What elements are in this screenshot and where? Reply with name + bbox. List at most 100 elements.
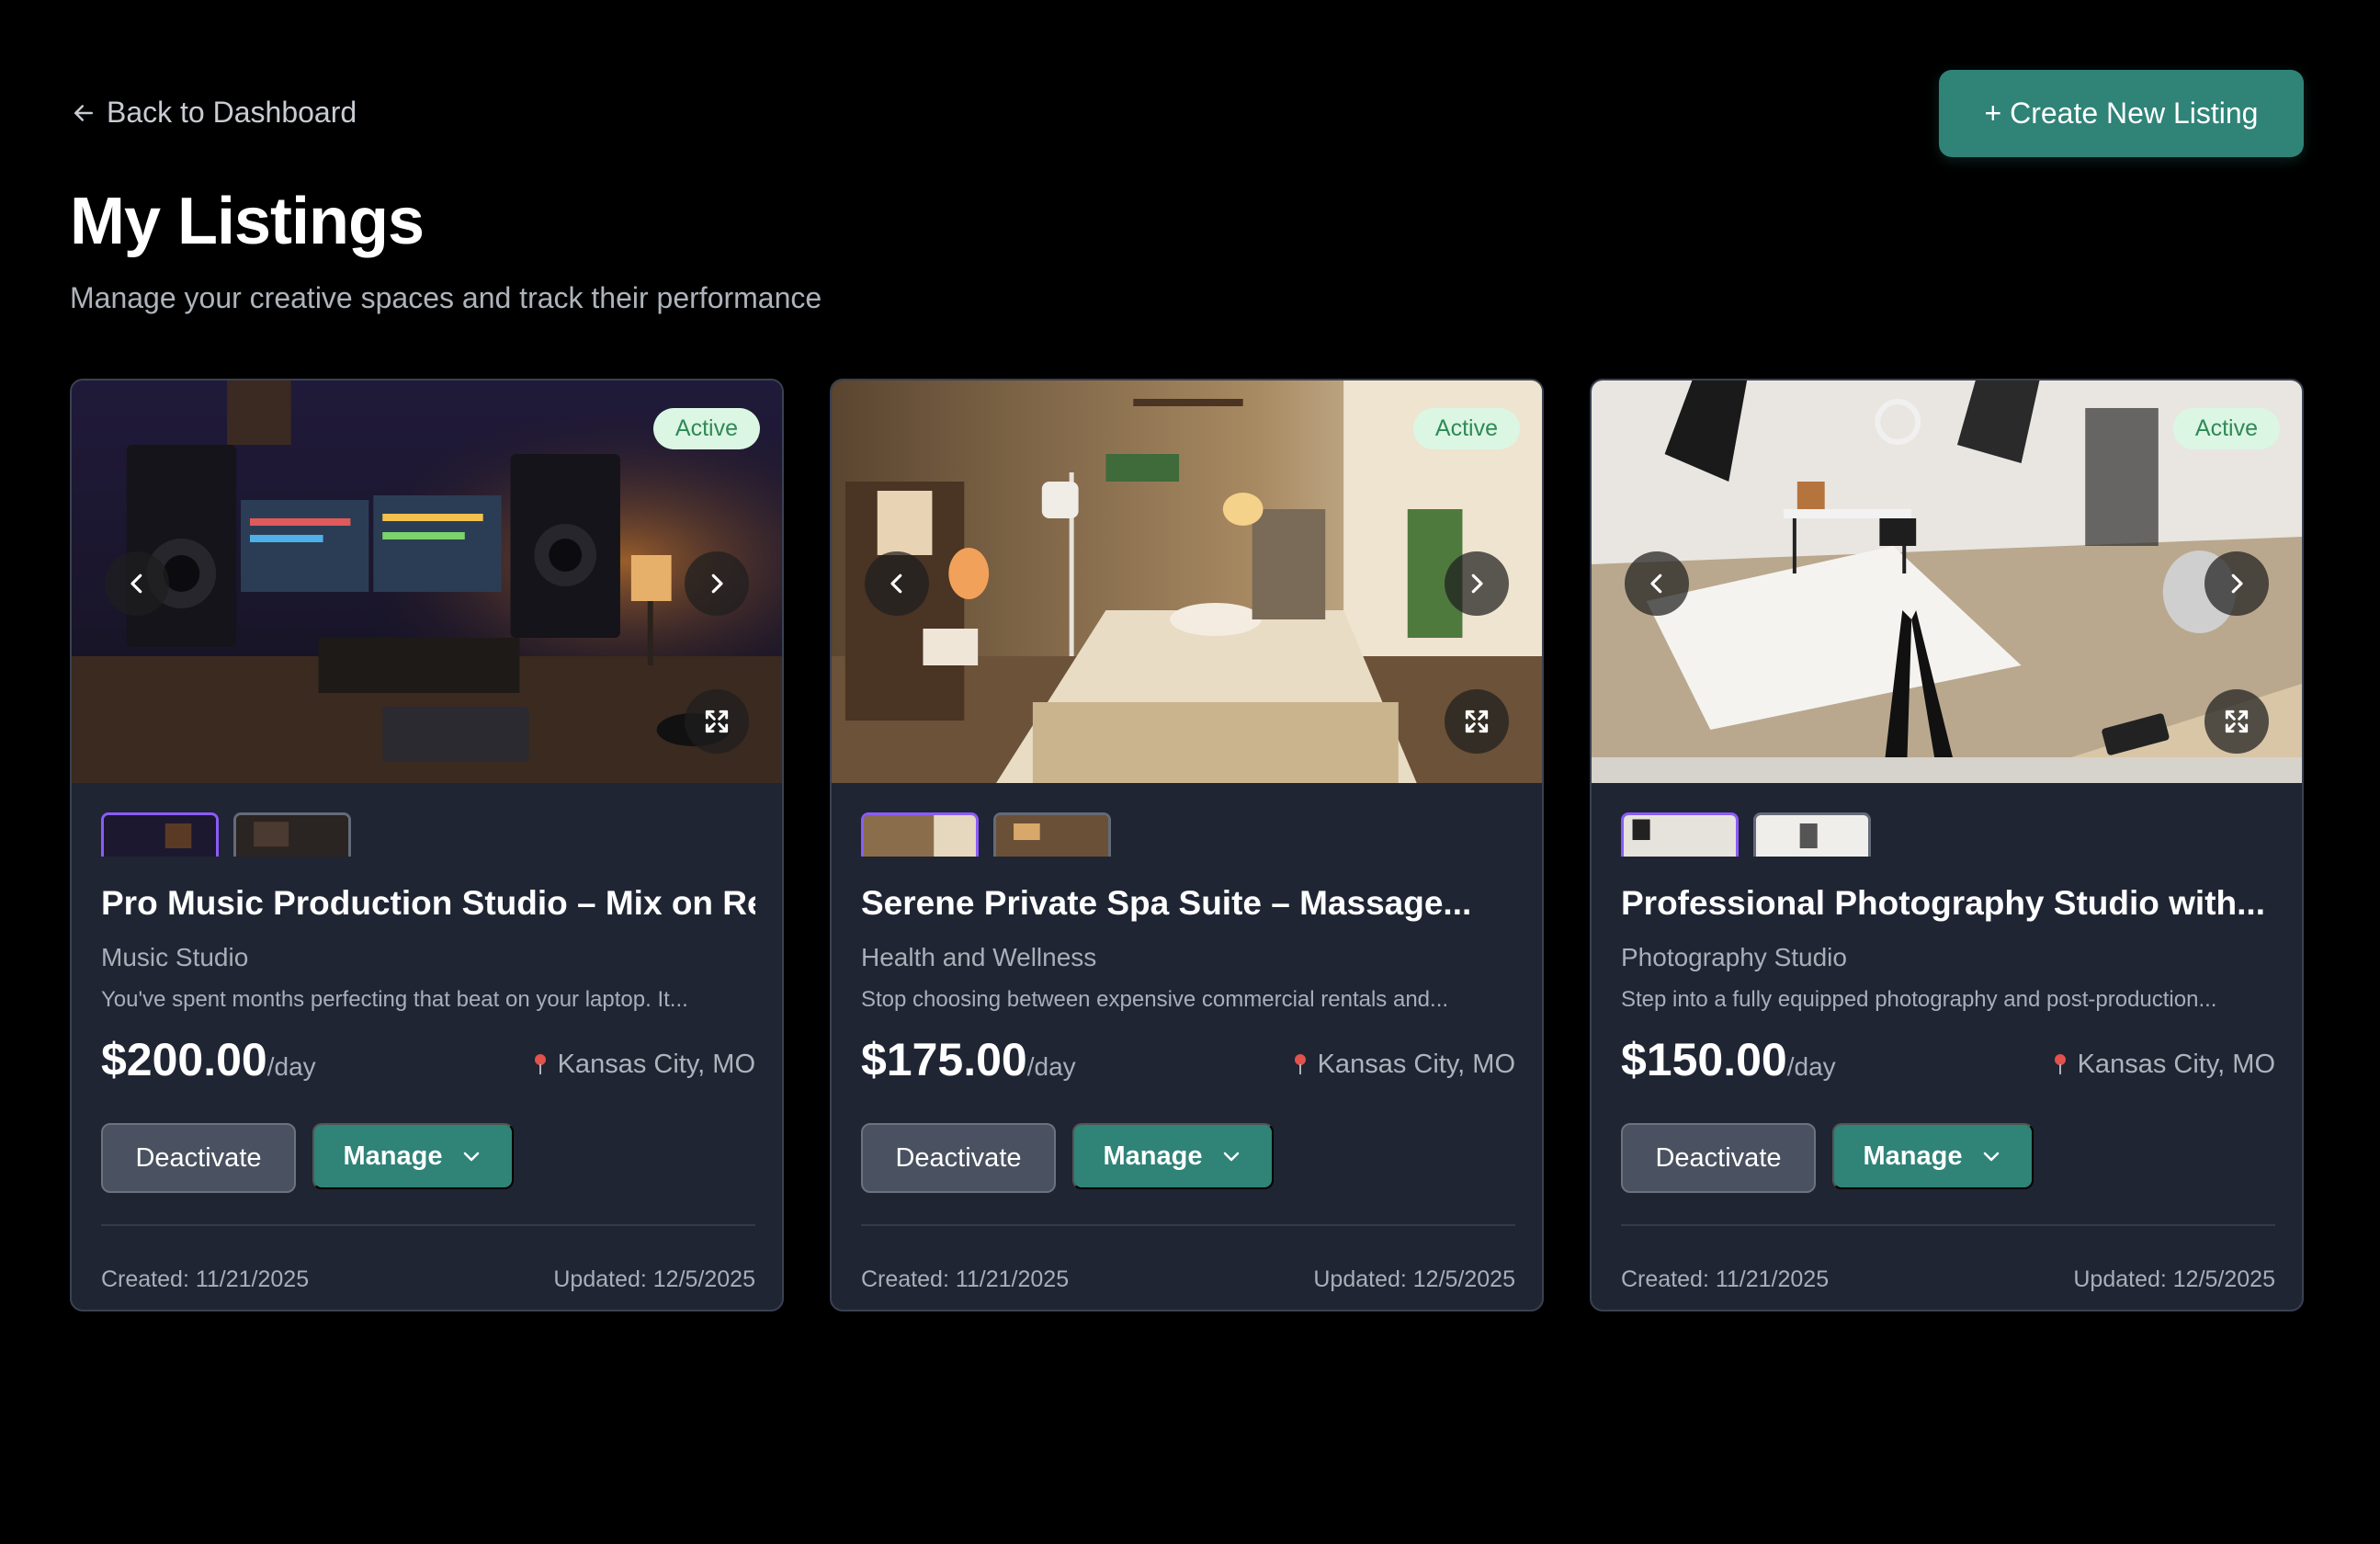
next-image-button[interactable] [685, 551, 749, 616]
manage-label: Manage [1103, 1141, 1203, 1171]
listing-category: Photography Studio [1621, 943, 1847, 971]
location-text: Kansas City, MO [1317, 1049, 1515, 1079]
price-row: $200.00/day Kansas City, MO [101, 1033, 755, 1086]
thumbnail-image [996, 815, 1108, 857]
listing-title[interactable]: Serene Private Spa Suite – Massage... [861, 884, 1515, 923]
thumbnail-image [1756, 815, 1868, 857]
listing-price: $200.00/day [101, 1033, 316, 1086]
thumbnail-strip [101, 812, 754, 857]
listing-dates: Created: 11/21/2025 Updated: 12/5/2025 [861, 1266, 1515, 1293]
deactivate-button[interactable]: Deactivate [101, 1123, 296, 1193]
price-amount: $175.00 [861, 1034, 1027, 1085]
thumbnail-1[interactable] [101, 812, 219, 857]
updated-date: Updated: 12/5/2025 [1313, 1266, 1515, 1292]
listing-price: $175.00/day [861, 1033, 1076, 1086]
listing-description: You've spent months perfecting that beat… [101, 987, 688, 1012]
thumbnail-2[interactable] [1753, 812, 1871, 857]
expand-icon [2225, 710, 2249, 733]
manage-label: Manage [1863, 1141, 1963, 1171]
price-unit: /day [1026, 1052, 1076, 1081]
expand-image-button[interactable] [2204, 689, 2269, 754]
deactivate-button[interactable]: Deactivate [1621, 1123, 1816, 1193]
price-row: $175.00/day Kansas City, MO [861, 1033, 1515, 1086]
location-text: Kansas City, MO [2077, 1049, 2275, 1079]
previous-image-button[interactable] [865, 551, 929, 616]
listing-description: Step into a fully equipped photography a… [1621, 987, 2217, 1012]
expand-image-button[interactable] [685, 689, 749, 754]
status-badge: Active [2172, 408, 2280, 449]
thumbnail-image [104, 815, 216, 857]
listing-photo-carousel[interactable]: Active [72, 380, 782, 783]
manage-dropdown-button[interactable]: Manage [1832, 1123, 2034, 1189]
expand-icon [705, 710, 729, 733]
listing-category: Health and Wellness [861, 943, 1097, 971]
map-pin-icon [1294, 1054, 1306, 1074]
manage-dropdown-button[interactable]: Manage [1072, 1123, 1274, 1189]
updated-date: Updated: 12/5/2025 [553, 1266, 755, 1292]
deactivate-button[interactable]: Deactivate [861, 1123, 1056, 1193]
thumbnail-image [236, 815, 348, 857]
arrow-left-icon [74, 104, 93, 121]
listing-category: Music Studio [101, 943, 249, 971]
chevron-left-icon [1650, 573, 1662, 594]
expand-image-button[interactable] [1445, 689, 1509, 754]
map-pin-icon [2054, 1054, 2066, 1074]
page-title: My Listings [70, 185, 425, 258]
chevron-right-icon [2231, 573, 2243, 594]
manage-label: Manage [343, 1141, 443, 1171]
chevron-down-icon [1224, 1152, 1240, 1162]
listing-location: Kansas City, MO [532, 1050, 755, 1080]
card-divider [101, 1224, 755, 1226]
listing-location: Kansas City, MO [1292, 1050, 1515, 1080]
price-unit: /day [1786, 1052, 1836, 1081]
price-unit: /day [266, 1052, 316, 1081]
page-subtitle: Manage your creative spaces and track th… [70, 281, 822, 314]
chevron-left-icon [130, 573, 142, 594]
previous-image-button[interactable] [105, 551, 169, 616]
listing-photo-carousel[interactable]: Active [1592, 380, 2302, 783]
chevron-right-icon [711, 573, 723, 594]
thumbnail-image [1624, 815, 1736, 857]
chevron-left-icon [890, 573, 902, 594]
thumbnail-2[interactable] [993, 812, 1111, 857]
status-badge: Active [1412, 408, 1520, 449]
chevron-down-icon [464, 1152, 480, 1162]
listings-grid: Active Pro Music Production Studio – Mix… [70, 379, 2304, 1311]
thumbnail-1[interactable] [861, 812, 979, 857]
status-badge: Active [652, 408, 760, 449]
price-amount: $150.00 [1621, 1034, 1787, 1085]
chevron-down-icon [1984, 1152, 2000, 1162]
back-link-label: Back to Dashboard [107, 96, 357, 129]
listing-title[interactable]: Pro Music Production Studio – Mix on Re.… [101, 884, 755, 923]
listing-description: Stop choosing between expensive commerci… [861, 987, 1449, 1012]
listing-card: Active Serene Private Spa Suite – Massag… [830, 379, 1544, 1311]
created-date: Created: 11/21/2025 [1621, 1266, 1830, 1292]
expand-icon [1465, 710, 1489, 733]
created-date: Created: 11/21/2025 [101, 1266, 310, 1292]
listing-title[interactable]: Professional Photography Studio with... [1621, 884, 2275, 923]
listing-location: Kansas City, MO [2052, 1050, 2275, 1080]
listing-card: Active Pro Music Production Studio – Mix… [70, 379, 784, 1311]
listing-dates: Created: 11/21/2025 Updated: 12/5/2025 [101, 1266, 755, 1293]
next-image-button[interactable] [1445, 551, 1509, 616]
back-to-dashboard-link[interactable]: Back to Dashboard [70, 96, 357, 130]
thumbnail-1[interactable] [1621, 812, 1739, 857]
map-pin-icon [534, 1054, 546, 1074]
create-new-listing-button[interactable]: + Create New Listing [1939, 70, 2304, 157]
updated-date: Updated: 12/5/2025 [2073, 1266, 2275, 1292]
card-divider [1621, 1224, 2275, 1226]
chevron-right-icon [1471, 573, 1483, 594]
thumbnail-strip [861, 812, 1513, 857]
price-amount: $200.00 [101, 1034, 267, 1085]
next-image-button[interactable] [2204, 551, 2269, 616]
created-date: Created: 11/21/2025 [861, 1266, 1070, 1292]
previous-image-button[interactable] [1625, 551, 1689, 616]
manage-dropdown-button[interactable]: Manage [312, 1123, 514, 1189]
location-text: Kansas City, MO [557, 1049, 755, 1079]
card-divider [861, 1224, 1515, 1226]
thumbnail-image [864, 815, 976, 857]
thumbnail-2[interactable] [233, 812, 351, 857]
listing-photo-carousel[interactable]: Active [832, 380, 1542, 783]
listing-card: Active Professional Photography Studio w… [1590, 379, 2304, 1311]
price-row: $150.00/day Kansas City, MO [1621, 1033, 2275, 1086]
